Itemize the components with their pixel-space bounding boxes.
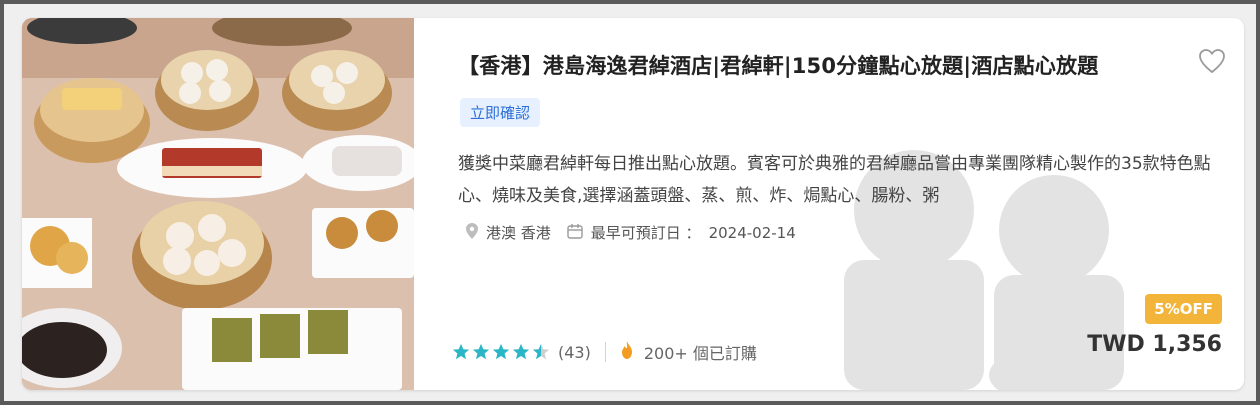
- location-pin-icon: [466, 222, 478, 243]
- instant-confirm-badge: 立即確認: [460, 98, 541, 127]
- favorite-button[interactable]: [1198, 48, 1226, 74]
- star-icon: [492, 343, 510, 360]
- calendar-icon: [567, 223, 583, 243]
- star-icon: [512, 343, 530, 360]
- star-rating: [452, 343, 552, 361]
- star-icon: [452, 343, 470, 360]
- rating-count: (43): [558, 342, 591, 362]
- dim-sum-illustration: [22, 18, 414, 390]
- fire-icon: [620, 341, 634, 363]
- price: TWD 1,356: [1087, 332, 1222, 357]
- earliest-date-value: 2024-02-14: [708, 223, 796, 242]
- divider: [604, 342, 606, 362]
- dim-sum-photo[interactable]: [22, 18, 414, 390]
- star-icon: [472, 343, 490, 360]
- rating-row: (43) 200+ 個已訂購: [452, 340, 757, 364]
- booked-count: 200+ 個已訂購: [643, 344, 757, 363]
- product-meta: 港澳 香港 最早可預訂日 ： 2024-02-14: [466, 222, 796, 243]
- product-description: 獲獎中菜廳君綽軒每日推出點心放題。賓客可於典雅的君綽廳品嘗由專業團隊精心製作的3…: [458, 154, 1211, 206]
- location-text: 港澳 香港: [486, 224, 551, 242]
- half-star-icon: [532, 343, 550, 360]
- page-frame: 【香港】港島海逸君綽酒店|君綽軒|150分鐘點心放題|酒店點心放題 立即確認 獲…: [4, 4, 1256, 401]
- heart-outline-icon: [1199, 49, 1225, 74]
- discount-badge: 5%OFF: [1145, 294, 1222, 324]
- product-info: 【香港】港島海逸君綽酒店|君綽軒|150分鐘點心放題|酒店點心放題 立即確認 獲…: [414, 18, 1244, 390]
- product-card[interactable]: 【香港】港島海逸君綽酒店|君綽軒|150分鐘點心放題|酒店點心放題 立即確認 獲…: [22, 18, 1244, 390]
- product-title[interactable]: 【香港】港島海逸君綽酒店|君綽軒|150分鐘點心放題|酒店點心放題: [458, 50, 1178, 80]
- earliest-date-label: 最早可預訂日 ：: [590, 224, 701, 242]
